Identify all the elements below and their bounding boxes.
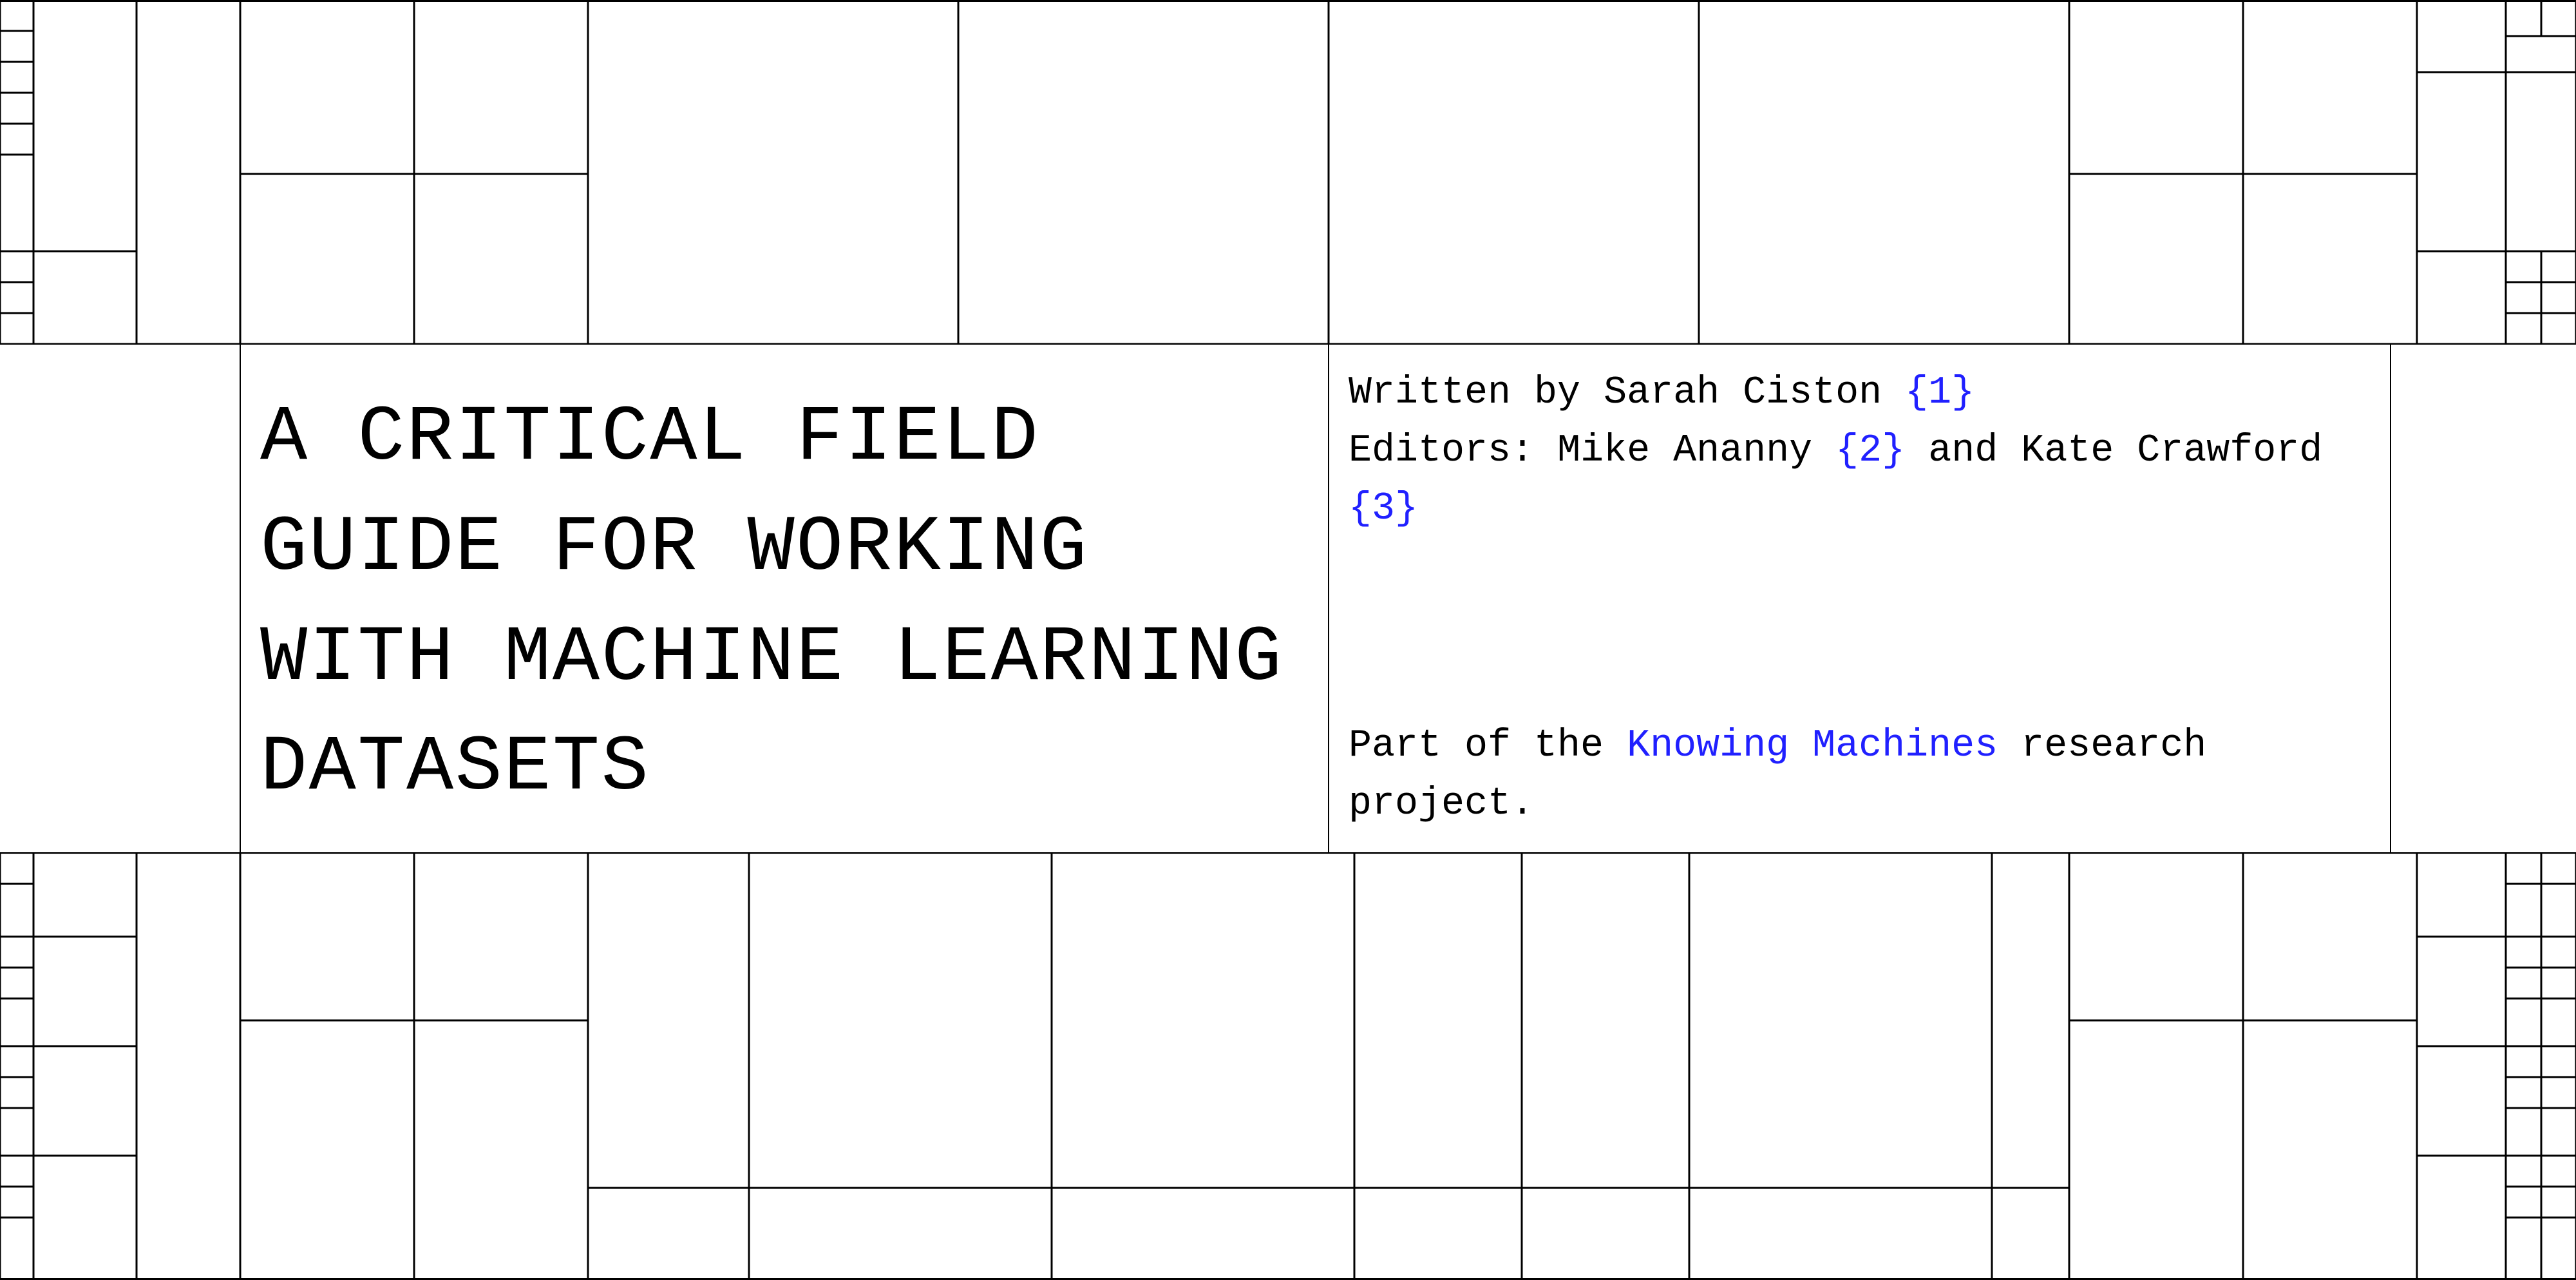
project-line: Part of the Knowing Machines research pr… [1349,717,2371,833]
editors-line: Editors: Mike Ananny {2} and Kate Crawfo… [1349,422,2371,538]
bottom-grid-decoration [0,853,2576,1280]
page: A CRITICAL FIELD GUIDE FOR WORKING WITH … [0,0,2576,1280]
right-margin-cell [2391,344,2576,853]
byline: Written by Sarah Ciston {1} Editors: Mik… [1349,364,2371,538]
project-prefix: Part of the [1349,724,1627,768]
editor-1-ref[interactable]: {2} [1835,429,1905,473]
author-ref[interactable]: {1} [1905,371,1975,415]
editors-joiner: and [1905,429,2021,473]
left-margin-cell [0,344,240,853]
author-name: Sarah Ciston [1604,371,1882,415]
editor-2-name: Kate Crawford [2021,429,2322,473]
project-link[interactable]: Knowing Machines [1627,724,1998,768]
content-row: A CRITICAL FIELD GUIDE FOR WORKING WITH … [0,344,2576,853]
editor-2-ref[interactable]: {3} [1349,487,1418,531]
author-line: Written by Sarah Ciston {1} [1349,364,2371,422]
editors-label: Editors: [1349,429,1557,473]
editor-1-name: Mike Ananny [1557,429,1812,473]
top-grid-decoration [0,0,2576,344]
meta-box: Written by Sarah Ciston {1} Editors: Mik… [1329,344,2391,853]
document-title: A CRITICAL FIELD GUIDE FOR WORKING WITH … [260,383,1309,823]
written-by-label: Written by [1349,371,1604,415]
title-box: A CRITICAL FIELD GUIDE FOR WORKING WITH … [240,344,1329,853]
